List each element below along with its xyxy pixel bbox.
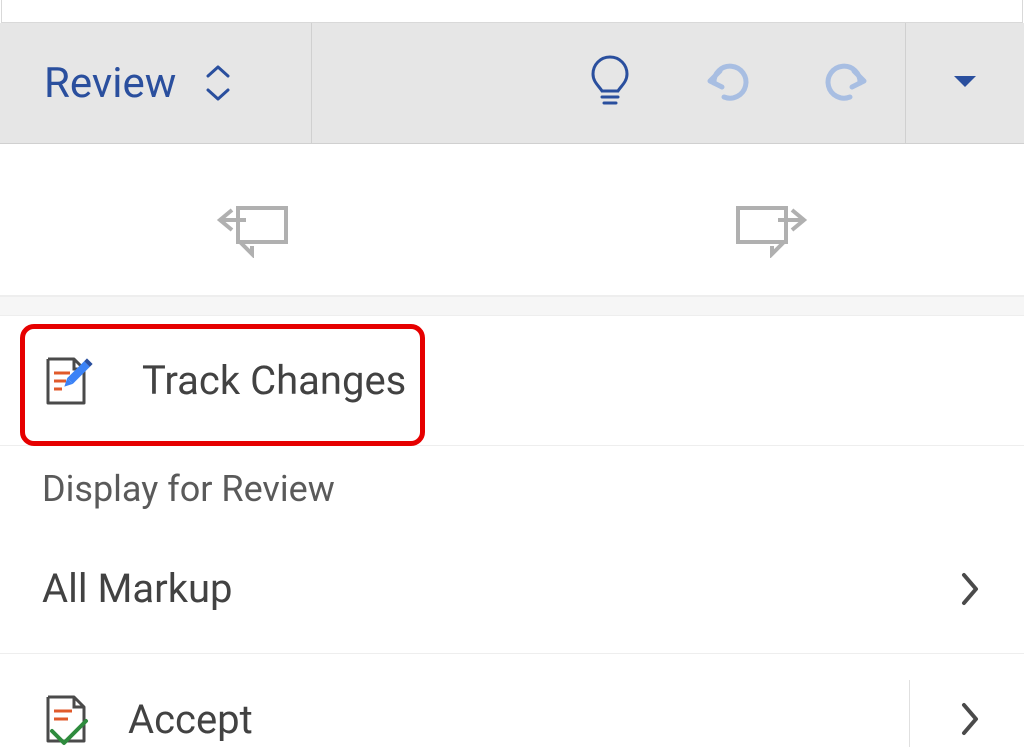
accept-item[interactable]: Accept (0, 654, 1024, 747)
track-changes-item[interactable]: Track Changes (0, 316, 1024, 446)
undo-icon (700, 57, 756, 109)
section-gap (0, 296, 1024, 316)
display-for-review-label: Display for Review (0, 446, 1024, 524)
ribbon-tab-selector[interactable]: Review (0, 23, 312, 143)
accept-label: Accept (128, 696, 253, 743)
tell-me-button[interactable] (551, 23, 669, 143)
all-markup-label: All Markup (42, 565, 958, 612)
redo-icon (818, 57, 874, 109)
ribbon-overflow-button[interactable] (905, 23, 1024, 143)
chevron-right-icon (958, 569, 982, 609)
track-changes-label: Track Changes (142, 357, 982, 404)
comment-navigation-row (0, 160, 1024, 296)
accept-changes-icon (42, 691, 98, 747)
lightbulb-icon (589, 53, 631, 113)
undo-button[interactable] (669, 23, 787, 143)
next-comment-icon (728, 194, 808, 262)
next-comment-button[interactable] (512, 160, 1024, 295)
chevron-right-icon (958, 699, 982, 739)
vertical-divider (909, 680, 910, 747)
track-changes-icon (42, 353, 98, 409)
previous-comment-button[interactable] (0, 160, 512, 295)
ribbon-toolbar: Review (0, 23, 1024, 144)
document-edge-strip (1, 0, 1023, 23)
ribbon-tab-label: Review (44, 59, 176, 108)
previous-comment-icon (216, 194, 296, 262)
all-markup-item[interactable]: All Markup (0, 524, 1024, 654)
up-down-chevron-icon (204, 64, 232, 102)
ribbon-actions (312, 23, 1024, 143)
redo-button[interactable] (787, 23, 905, 143)
dropdown-triangle-icon (952, 73, 978, 93)
